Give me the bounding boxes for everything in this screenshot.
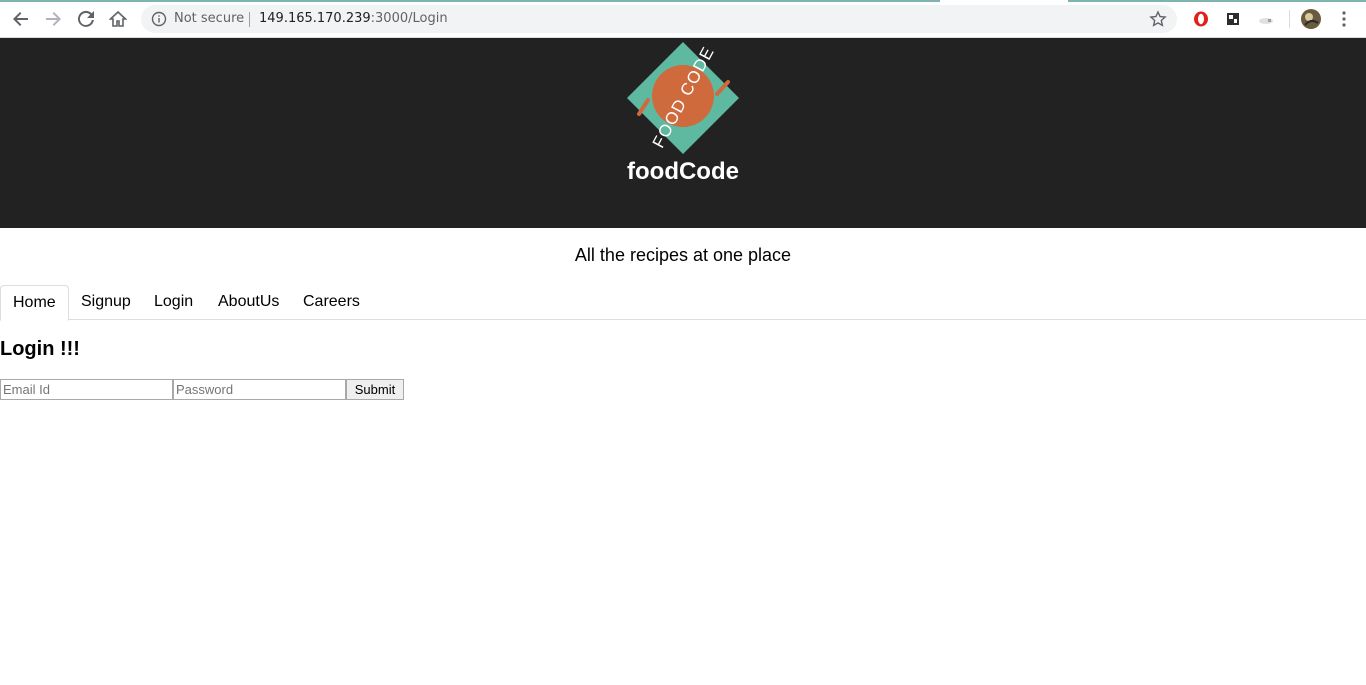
extension-icon[interactable] [1223,9,1243,29]
tab-aboutus[interactable]: AboutUs [206,285,291,320]
nav-tabs: Home Signup Login AboutUs Careers [0,285,1366,321]
menu-icon[interactable] [1334,9,1354,29]
address-separator [249,12,250,27]
site-brand[interactable]: foodCode [0,158,1366,186]
cloud-icon[interactable] [1256,9,1276,29]
browser-toolbar: Not secure 149.165.170.239:3000/Login [0,0,1366,38]
password-field[interactable] [173,379,346,400]
url-host: 149.165.170.239 [259,11,371,26]
url-path: :3000/Login [370,11,448,26]
url-text[interactable]: 149.165.170.239:3000/Login [259,11,448,26]
home-icon[interactable] [106,7,130,31]
tab-login[interactable]: Login [142,285,205,320]
avatar-icon[interactable] [1301,9,1321,29]
forward-icon[interactable] [41,7,65,31]
submit-button[interactable]: Submit [346,379,404,400]
email-field[interactable] [0,379,173,400]
tab-strip-edge [0,0,940,2]
opera-icon[interactable] [1191,9,1211,29]
tagline: All the recipes at one place [574,245,792,265]
toolbar-divider [1289,10,1290,28]
info-icon[interactable] [151,11,167,27]
reload-icon[interactable] [74,7,98,31]
security-label: Not secure [174,11,245,26]
tab-home[interactable]: Home [0,285,69,321]
tab-careers[interactable]: Careers [291,285,372,320]
tab-signup[interactable]: Signup [69,285,143,320]
address-bar[interactable]: Not secure 149.165.170.239:3000/Login [141,5,1177,33]
login-title: Login !!! [0,338,80,360]
tab-strip-edge-right [1068,0,1366,2]
back-icon[interactable] [9,7,33,31]
site-header: FOOD CODE foodCode [0,38,1366,228]
star-icon[interactable] [1149,10,1167,28]
site-logo[interactable]: FOOD CODE [627,42,739,154]
page-content: FOOD CODE foodCode All the recipes at on… [0,38,1366,685]
